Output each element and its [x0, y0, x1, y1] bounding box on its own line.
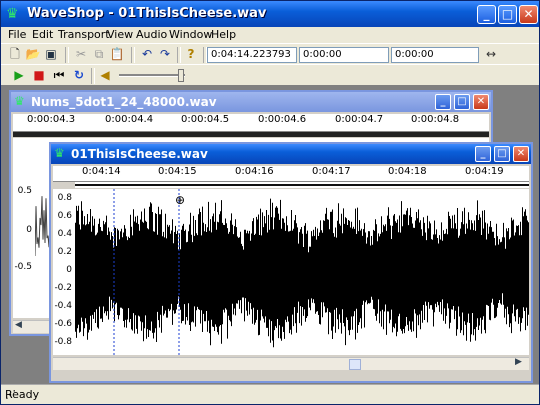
resize-grip-icon[interactable]: ⋰: [5, 388, 17, 401]
status-bar: Ready ⋰: [1, 384, 539, 404]
nums-window-title: Nums_5dot1_24_48000.wav: [31, 95, 217, 109]
cheese-wave-window: ♛ 01ThisIsCheese.wav _ □ ✕ 0:04:14 0:04:…: [49, 142, 533, 383]
cheese-maximize-button[interactable]: □: [494, 146, 510, 162]
wave-doc-icon: ♛: [54, 146, 65, 160]
scroll-left-icon[interactable]: ◀: [15, 320, 22, 330]
maximize-button[interactable]: □: [498, 5, 517, 24]
y-axis-label: -0.5: [14, 262, 32, 272]
open-icon[interactable]: 📂: [25, 46, 41, 62]
ruler-label: 0:04:19: [465, 166, 504, 177]
cheese-time-ruler[interactable]: 0:04:14 0:04:15 0:04:16 0:04:17 0:04:18 …: [53, 166, 529, 182]
volume-slider-thumb[interactable]: [178, 69, 184, 82]
nums-maximize-button[interactable]: □: [454, 94, 470, 110]
scroll-thumb[interactable]: [349, 359, 361, 370]
scroll-right-icon[interactable]: ▶: [515, 357, 522, 367]
ruler-label: 0:00:04.3: [27, 114, 76, 125]
ruler-label: 0:04:16: [235, 166, 274, 177]
menu-view[interactable]: View: [107, 28, 133, 41]
toolbar-separator: [131, 47, 135, 63]
time-position-field[interactable]: 0:04:14.223793: [207, 47, 297, 63]
app-icon: ♛: [6, 6, 19, 22]
main-toolbar: 🗋 📂 ▣ ✂ ⧉ 📋 ↶ ↷ ? 0:04:14.223793 0:00:00…: [1, 43, 539, 65]
close-button[interactable]: ✕: [519, 5, 538, 24]
ruler-label: 0:00:04.8: [411, 114, 460, 125]
time-start-field[interactable]: 0:00:00: [299, 47, 389, 63]
menu-window[interactable]: Window: [169, 28, 212, 41]
save-icon[interactable]: ▣: [43, 46, 59, 62]
y-axis-label: 0.5: [17, 186, 32, 196]
cheese-window-titlebar[interactable]: ♛ 01ThisIsCheese.wav _ □ ✕: [51, 144, 531, 164]
cheese-waveform-trace: [75, 198, 529, 348]
nums-window-titlebar[interactable]: ♛ Nums_5dot1_24_48000.wav _ □ ✕: [11, 92, 491, 112]
transport-toolbar: ▶ ■ ⏮ ↻ ◀: [1, 64, 539, 85]
y-axis-label: 0.8: [57, 193, 72, 203]
cheese-y-axis: 0.8 0.6 0.4 0.2 0 -0.2 -0.4 -0.6 -0.8: [53, 189, 75, 355]
time-end-field[interactable]: 0:00:00: [391, 47, 479, 63]
y-axis-label: -0.2: [54, 283, 72, 293]
help-icon[interactable]: ?: [183, 46, 199, 62]
ruler-label: 0:04:14: [82, 166, 121, 177]
play-icon[interactable]: ▶: [11, 67, 27, 83]
volume-slider-track[interactable]: [119, 74, 185, 77]
ruler-label: 0:00:04.7: [335, 114, 384, 125]
cheese-window-title: 01ThisIsCheese.wav: [71, 147, 208, 161]
wave-doc-icon: ♛: [14, 94, 25, 108]
y-axis-label: -0.4: [54, 301, 72, 311]
menu-file[interactable]: File: [8, 28, 26, 41]
y-axis-label: -0.6: [54, 319, 72, 329]
cheese-minimize-button[interactable]: _: [475, 146, 491, 162]
volume-icon[interactable]: ◀: [97, 67, 113, 83]
window-title: WaveShop - 01ThisIsCheese.wav: [27, 6, 267, 21]
y-axis-label: 0: [26, 225, 32, 235]
menu-edit[interactable]: Edit: [32, 28, 53, 41]
stop-icon[interactable]: ■: [31, 67, 47, 83]
ruler-label: 0:00:04.6: [258, 114, 307, 125]
cheese-horizontal-scrollbar[interactable]: ▶: [53, 357, 529, 370]
menu-transport[interactable]: Transport: [58, 28, 110, 41]
ruler-label: 0:04:15: [158, 166, 197, 177]
nums-close-button[interactable]: ✕: [473, 94, 489, 110]
minimize-button[interactable]: _: [477, 5, 496, 24]
toolbar-separator: [177, 47, 181, 63]
ruler-label: 0:04:17: [312, 166, 351, 177]
copy-icon[interactable]: ⧉: [91, 46, 107, 62]
y-axis-label: 0.4: [57, 229, 72, 239]
y-axis-label: 0: [66, 265, 72, 275]
title-bar[interactable]: ♛ WaveShop - 01ThisIsCheese.wav _ □ ✕: [1, 1, 539, 27]
toolbar-separator: [91, 68, 95, 84]
nums-time-ruler[interactable]: 0:00:04.3 0:00:04.4 0:00:04.5 0:00:04.6 …: [13, 114, 489, 132]
ruler-label: 0:04:18: [388, 166, 427, 177]
mdi-client-area: ♛ Nums_5dot1_24_48000.wav _ □ ✕ 0:00:04.…: [1, 85, 539, 385]
fit-width-icon[interactable]: ↔: [483, 46, 499, 62]
new-icon[interactable]: 🗋: [7, 46, 23, 62]
waveshop-window: ♛ WaveShop - 01ThisIsCheese.wav _ □ ✕ Fi…: [0, 0, 540, 405]
redo-icon[interactable]: ↷: [157, 46, 173, 62]
nums-minimize-button[interactable]: _: [435, 94, 451, 110]
cheese-overview-strip[interactable]: [75, 182, 529, 188]
nums-y-axis: 0.5 0 -0.5: [13, 138, 35, 318]
paste-icon[interactable]: 📋: [109, 46, 125, 62]
menu-bar: File Edit Transport View Audio Window He…: [1, 27, 539, 43]
y-axis-label: 0.6: [57, 211, 72, 221]
ruler-label: 0:00:04.4: [105, 114, 154, 125]
rewind-icon[interactable]: ⏮: [51, 67, 67, 83]
y-axis-label: -0.8: [54, 337, 72, 347]
zoom-cursor-icon: ⊕: [175, 193, 186, 207]
undo-icon[interactable]: ↶: [139, 46, 155, 62]
nums-overview-strip[interactable]: [13, 132, 489, 137]
ruler-label: 0:00:04.5: [181, 114, 230, 125]
menu-audio[interactable]: Audio: [136, 28, 167, 41]
toolbar-separator: [65, 47, 69, 63]
cut-icon[interactable]: ✂: [73, 46, 89, 62]
loop-icon[interactable]: ↻: [71, 67, 87, 83]
cheese-close-button[interactable]: ✕: [513, 146, 529, 162]
y-axis-label: 0.2: [57, 247, 72, 257]
cheese-waveform[interactable]: ⊕: [75, 189, 529, 355]
menu-help[interactable]: Help: [211, 28, 236, 41]
